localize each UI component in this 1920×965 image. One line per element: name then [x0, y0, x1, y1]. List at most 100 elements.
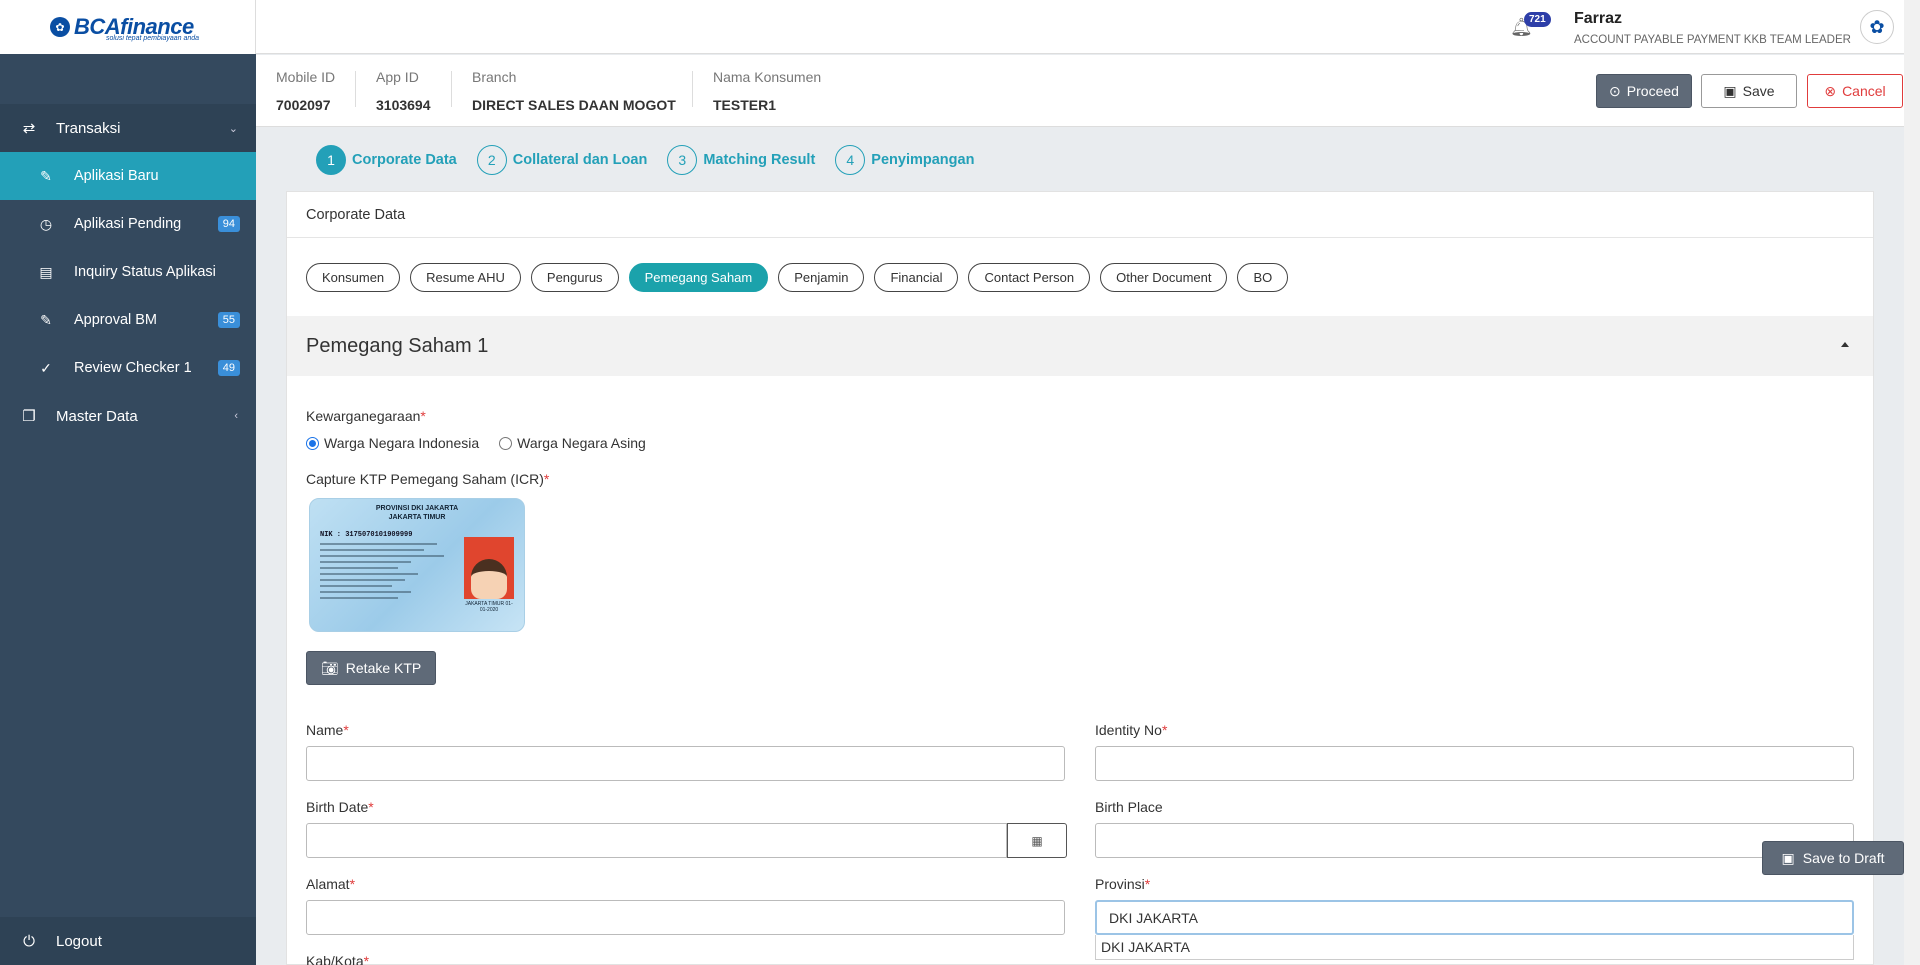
birth-place-field[interactable] — [1095, 823, 1854, 858]
tab-contact-person[interactable]: Contact Person — [968, 262, 1091, 292]
step-label: Matching Result — [703, 152, 816, 168]
identity-no-label: Identity No* — [1095, 722, 1168, 738]
transfer-icon: ⇄ — [22, 120, 36, 137]
nav-section-transaksi[interactable]: ⇄ Transaksi ⌄ — [0, 104, 256, 152]
sidebar-item-aplikasi-pending[interactable]: ◷ Aplikasi Pending 94 — [0, 200, 256, 248]
user-name: Farraz — [1574, 10, 1623, 27]
section-header-pemegang-saham[interactable]: Pemegang Saham 1 — [287, 316, 1873, 376]
ktp-text-lines — [320, 543, 450, 603]
corporate-data-card: Corporate Data Konsumen Resume AHU Pengu… — [286, 191, 1874, 965]
cancel-button[interactable]: ⊗ Cancel — [1807, 74, 1903, 108]
birth-date-picker: ▦ — [306, 823, 1067, 858]
step-number: 1 — [316, 145, 346, 175]
kab-kota-field-group: Kab/Kota* — [306, 953, 369, 965]
face-icon — [471, 559, 507, 599]
capture-ktp-label: Capture KTP Pemegang Saham (ICR)* — [306, 471, 550, 487]
tab-other-document[interactable]: Other Document — [1100, 262, 1228, 292]
sidebar-item-review-checker[interactable]: ✓ Review Checker 1 49 — [0, 344, 256, 392]
nama-konsumen: Nama Konsumen TESTER1 — [713, 69, 821, 113]
nav-section-master-data[interactable]: ❐ Master Data ‹ — [0, 392, 256, 440]
kewarganegaraan-label: Kewarganegaraan* — [306, 408, 426, 424]
check-circle-icon: ⊙ — [1609, 82, 1621, 99]
radio-selected-icon[interactable] — [306, 436, 319, 450]
provinsi-field[interactable]: DKI JAKARTA — [1095, 900, 1854, 935]
provinsi-label: Provinsi* — [1095, 876, 1151, 892]
count-badge: 94 — [217, 216, 240, 232]
save-to-draft-button[interactable]: ▣ Save to Draft — [1762, 841, 1904, 875]
kab-kota-label: Kab/Kota* — [306, 953, 370, 965]
tab-konsumen[interactable]: Konsumen — [306, 262, 401, 292]
app-id-value: 3103694 — [376, 97, 431, 113]
check-circle-icon: ✓ — [40, 359, 52, 376]
tab-pengurus[interactable]: Pengurus — [530, 262, 619, 292]
step-corporate-data[interactable]: 1 Corporate Data — [316, 145, 457, 175]
step-penyimpangan[interactable]: 4 Penyimpangan — [835, 145, 974, 175]
provinsi-field-group: Provinsi* DKI JAKARTA DKI JAKARTA — [1095, 876, 1854, 960]
step-label: Penyimpangan — [871, 152, 975, 168]
mobile-id: Mobile ID 7002097 — [276, 69, 335, 113]
step-matching-result[interactable]: 3 Matching Result — [667, 145, 815, 175]
avatar[interactable]: ✿ — [1860, 10, 1894, 44]
count-badge: 55 — [217, 312, 240, 328]
tab-penjamin[interactable]: Penjamin — [778, 262, 865, 292]
sidebar-item-inquiry-status[interactable]: ▤ Inquiry Status Aplikasi — [0, 248, 256, 296]
sidebar-item-aplikasi-baru[interactable]: ✎ Aplikasi Baru — [0, 152, 256, 200]
ktp-image: PROVINSI DKI JAKARTA JAKARTA TIMUR NIK :… — [309, 498, 525, 632]
copy-icon: ❐ — [22, 408, 36, 425]
sidebar-item-approval-bm[interactable]: ✎ Approval BM 55 — [0, 296, 256, 344]
step-number: 4 — [835, 145, 866, 175]
tab-pemegang-saham[interactable]: Pemegang Saham — [628, 262, 769, 292]
card-title: Corporate Data — [287, 192, 1873, 238]
step-collateral-loan[interactable]: 2 Collateral dan Loan — [476, 145, 647, 175]
cancel-label: Cancel — [1842, 83, 1886, 99]
birth-date-label: Birth Date* — [306, 799, 374, 815]
alamat-field[interactable] — [306, 900, 1065, 935]
save-icon: ▣ — [1723, 82, 1737, 99]
camera-icon: 📷︎ — [321, 659, 339, 676]
nav-section-label: Transaksi — [56, 119, 121, 137]
tab-bo[interactable]: BO — [1237, 262, 1289, 292]
logout-icon: ⏻ — [23, 932, 35, 950]
tab-financial[interactable]: Financial — [874, 262, 959, 292]
top-bar: 🔔︎ 721 Farraz ACCOUNT PAYABLE PAYMENT KK… — [256, 0, 1920, 54]
calendar-icon: ▦ — [1031, 833, 1043, 848]
sidebar: ✿ BCAfinance solusi tepat pembiayaan and… — [0, 0, 256, 965]
birth-date-field[interactable] — [306, 823, 1007, 858]
proceed-button[interactable]: ⊙ Proceed — [1596, 74, 1692, 108]
divider — [692, 71, 693, 107]
save-button[interactable]: ▣ Save — [1701, 74, 1797, 108]
count-badge: 49 — [217, 360, 240, 376]
mobile-id-value: 7002097 — [276, 97, 331, 113]
mobile-id-label: Mobile ID — [276, 69, 336, 85]
tab-resume-ahu[interactable]: Resume AHU — [410, 262, 521, 292]
kewarganegaraan-radio-group: Warga Negara Indonesia Warga Negara Asin… — [306, 435, 1854, 451]
name-field[interactable] — [306, 746, 1065, 781]
clock-icon: ◷ — [39, 215, 53, 232]
step-label: Corporate Data — [352, 152, 457, 168]
radio-unselected-icon[interactable] — [499, 436, 513, 450]
ktp-nik: NIK : 3175070101909999 — [320, 531, 413, 539]
radio-wna-label: Warga Negara Asing — [517, 435, 646, 451]
logout-button[interactable]: ⏻ Logout — [0, 917, 256, 965]
proceed-label: Proceed — [1626, 83, 1679, 99]
page-scrollbar[interactable] — [1904, 0, 1920, 965]
app-id-label: App ID — [376, 69, 419, 85]
kewarganegaraan-group: Kewarganegaraan* Warga Negara Indonesia … — [306, 376, 1854, 451]
identity-no-field[interactable] — [1095, 746, 1854, 781]
logo-tagline: solusi tepat pembiayaan anda — [106, 35, 200, 42]
logo-area: ✿ BCAfinance solusi tepat pembiayaan and… — [0, 0, 256, 54]
wizard-stepper: 1 Corporate Data 2 Collateral dan Loan 3… — [316, 145, 994, 175]
radio-wna[interactable]: Warga Negara Asing — [499, 435, 646, 451]
sidebar-item-label: Inquiry Status Aplikasi — [74, 264, 216, 280]
logout-label: Logout — [56, 932, 102, 950]
alamat-label: Alamat* — [306, 876, 356, 892]
calendar-button[interactable]: ▦ — [1007, 823, 1067, 858]
retake-ktp-button[interactable]: 📷︎ Retake KTP — [306, 651, 437, 685]
section-title: Pemegang Saham 1 — [306, 334, 489, 357]
save-label: Save — [1742, 83, 1775, 99]
collapse-caret-icon[interactable] — [1841, 342, 1849, 347]
save-icon: ▣ — [1781, 849, 1795, 866]
radio-wni[interactable]: Warga Negara Indonesia — [306, 435, 479, 451]
divider — [355, 71, 356, 107]
provinsi-dropdown-option[interactable]: DKI JAKARTA — [1095, 935, 1854, 960]
